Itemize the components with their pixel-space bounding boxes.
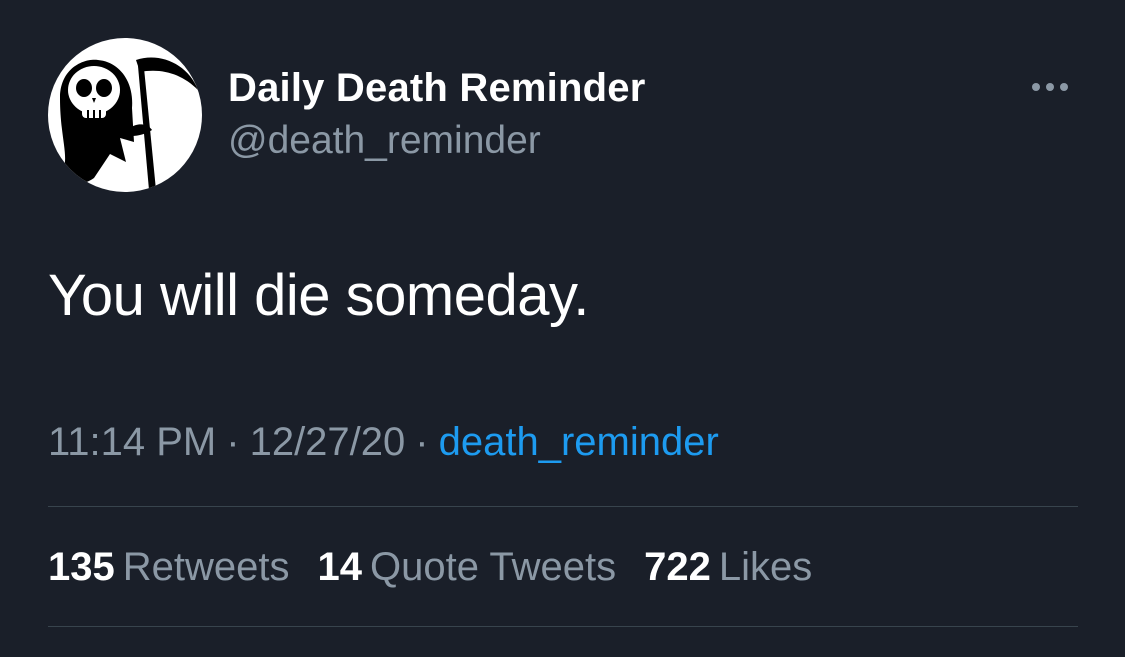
tweet-detail: Daily Death Reminder @death_reminder You… (0, 0, 1125, 657)
divider (48, 626, 1078, 627)
retweets-label: Retweets (122, 545, 290, 589)
author-display-name[interactable]: Daily Death Reminder (228, 66, 645, 111)
retweets-stat[interactable]: 135 Retweets (48, 545, 290, 590)
more-options-button[interactable] (1022, 72, 1078, 102)
quote-tweets-stat[interactable]: 14 Quote Tweets (318, 545, 617, 590)
likes-stat[interactable]: 722 Likes (644, 545, 812, 590)
quote-tweets-label: Quote Tweets (370, 545, 617, 589)
avatar[interactable] (48, 38, 202, 192)
tweet-date[interactable]: 12/27/20 (250, 420, 406, 464)
more-dot-icon (1046, 83, 1054, 91)
likes-count: 722 (644, 545, 711, 589)
author-handle[interactable]: @death_reminder (228, 119, 541, 163)
grim-reaper-icon (60, 57, 198, 190)
divider (48, 506, 1078, 507)
tweet-stats: 135 Retweets 14 Quote Tweets 722 Likes (48, 545, 812, 590)
tweet-meta: 11:14 PM · 12/27/20 · death_reminder (48, 420, 719, 465)
more-dot-icon (1060, 83, 1068, 91)
more-dot-icon (1032, 83, 1040, 91)
tweet-text: You will die someday. (48, 263, 589, 328)
retweets-count: 135 (48, 545, 115, 589)
likes-label: Likes (718, 545, 813, 589)
meta-separator: · (415, 420, 429, 464)
tweet-time[interactable]: 11:14 PM (48, 420, 216, 464)
quote-tweets-count: 14 (317, 545, 363, 589)
tweet-source-link[interactable]: death_reminder (439, 420, 719, 464)
meta-separator: · (226, 420, 240, 464)
